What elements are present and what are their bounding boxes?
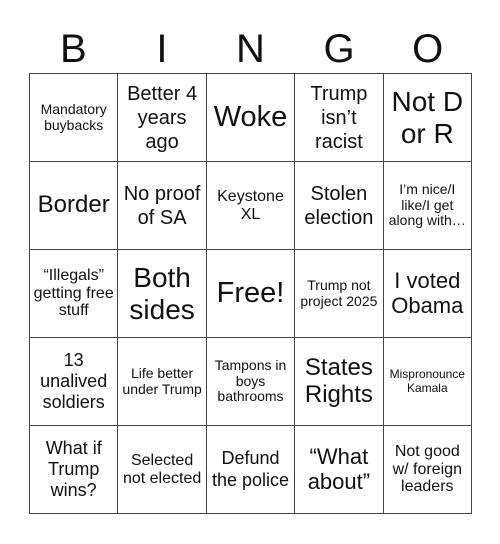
cell-text: Mispronounce Kamala — [389, 367, 465, 395]
bingo-cell[interactable]: No proof of SA — [118, 162, 207, 250]
bingo-cell[interactable]: I’m nice/I like/I get along with… — [383, 162, 472, 250]
bingo-cell[interactable]: 13 unalived soldiers — [30, 338, 119, 426]
cell-text: Stolen election — [304, 182, 374, 229]
cell-text: Life better under Trump — [122, 364, 202, 397]
cell-text: Better 4 years ago — [127, 82, 198, 153]
bingo-cell[interactable]: Not D or R — [383, 74, 472, 162]
cell-text: Tampons in boys bathrooms — [214, 356, 287, 405]
header-letter-i: I — [156, 27, 168, 71]
bingo-cell[interactable]: Both sides — [118, 250, 207, 338]
cell-text: 13 unalived soldiers — [40, 349, 108, 413]
bingo-cell[interactable]: Keystone XL — [206, 162, 296, 250]
header-letter-g: G — [323, 27, 355, 71]
cell-text: Defund the police — [211, 448, 290, 490]
cell-text: Border — [37, 191, 110, 219]
cell-text: Selected not elected — [122, 451, 202, 487]
bingo-cell[interactable]: Defund the police — [206, 426, 296, 514]
bingo-header: B I N G O — [29, 26, 472, 72]
free-space-cell[interactable]: Free! — [206, 250, 296, 338]
bingo-cell[interactable]: Border — [30, 162, 119, 250]
cell-text: Not D or R — [391, 86, 464, 149]
bingo-cell[interactable]: Tampons in boys bathrooms — [206, 338, 296, 426]
cell-text: Mandatory buybacks — [40, 100, 107, 133]
cell-text: I’m nice/I like/I get along with… — [388, 180, 466, 229]
free-space-text: Free! — [216, 277, 285, 310]
bingo-cell[interactable]: “Illegals” getting free stuff — [30, 250, 119, 338]
cell-text: States Rights — [304, 353, 373, 408]
bingo-cell[interactable]: Life better under Trump — [118, 338, 207, 426]
cell-text: “Illegals” getting free stuff — [33, 266, 114, 320]
cell-text: I voted Obama — [391, 267, 464, 318]
cell-text: Keystone XL — [217, 187, 284, 223]
cell-text: No proof of SA — [123, 182, 201, 229]
cell-text: Not good w/ foreign leaders — [392, 442, 462, 496]
bingo-cell[interactable]: States Rights — [295, 338, 384, 426]
bingo-cell[interactable]: Trump not project 2025 — [295, 250, 384, 338]
cell-text: Woke — [213, 101, 288, 134]
header-letter-n: N — [236, 27, 265, 71]
cell-text: “What about” — [307, 443, 371, 494]
bingo-cell[interactable]: Better 4 years ago — [118, 74, 207, 162]
bingo-cell[interactable]: What if Trump wins? — [30, 426, 119, 514]
bingo-card-grid: Mandatory buybacks Better 4 years ago Wo… — [29, 73, 472, 514]
header-letter-b: B — [59, 27, 87, 71]
bingo-cell[interactable]: “What about” — [295, 426, 384, 514]
bingo-cell[interactable]: Stolen election — [295, 162, 384, 250]
header-letter-o: O — [412, 27, 444, 71]
bingo-cell[interactable]: Not good w/ foreign leaders — [383, 426, 472, 514]
cell-text: Trump not project 2025 — [300, 276, 378, 309]
cell-text: Trump isn’t racist — [310, 82, 368, 153]
bingo-cell[interactable]: Mandatory buybacks — [30, 74, 119, 162]
cell-text: Both sides — [129, 262, 195, 325]
bingo-cell[interactable]: Trump isn’t racist — [295, 74, 384, 162]
cell-text: What if Trump wins? — [45, 437, 102, 501]
bingo-cell[interactable]: Woke — [206, 74, 296, 162]
bingo-cell[interactable]: I voted Obama — [383, 250, 472, 338]
bingo-cell[interactable]: Selected not elected — [118, 426, 207, 514]
bingo-cell[interactable]: Mispronounce Kamala — [383, 338, 472, 426]
